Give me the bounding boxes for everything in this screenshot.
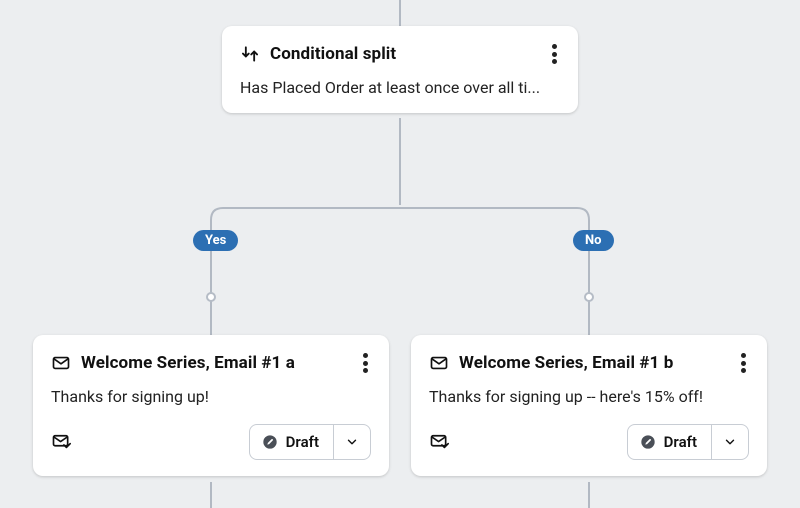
connector-dot-yes — [206, 292, 216, 302]
more-button[interactable] — [540, 40, 568, 68]
status-chevron[interactable] — [334, 425, 370, 459]
status-button[interactable]: Draft — [250, 425, 334, 459]
email-preview: Thanks for signing up -- here's 15% off! — [429, 387, 749, 406]
email-title: Welcome Series, Email #1 a — [81, 353, 295, 373]
email-card-a[interactable]: Welcome Series, Email #1 a Thanks for si… — [33, 335, 389, 476]
branch-pill-yes: Yes — [193, 230, 238, 251]
branch-pill-no: No — [573, 230, 614, 251]
ellipsis-icon — [552, 44, 557, 64]
branch-no-label: No — [585, 233, 602, 248]
smart-send-icon[interactable] — [51, 432, 71, 452]
branch-yes-label: Yes — [205, 233, 226, 248]
mail-icon — [429, 353, 449, 373]
conditional-split-card[interactable]: Conditional split Has Placed Order at le… — [222, 26, 578, 113]
pencil-circle-icon — [640, 434, 656, 450]
split-title: Conditional split — [270, 44, 396, 64]
status-dropdown[interactable]: Draft — [249, 424, 371, 460]
ellipsis-icon — [363, 353, 368, 373]
status-dropdown[interactable]: Draft — [627, 424, 749, 460]
ellipsis-icon — [741, 353, 746, 373]
chevron-down-icon — [723, 435, 737, 449]
connector-dot-no — [584, 292, 594, 302]
email-title: Welcome Series, Email #1 b — [459, 353, 673, 373]
status-label-text: Draft — [664, 433, 697, 451]
status-label-text: Draft — [286, 433, 319, 451]
email-preview: Thanks for signing up! — [51, 387, 371, 406]
mail-icon — [51, 353, 71, 373]
pencil-circle-icon — [262, 434, 278, 450]
status-button[interactable]: Draft — [628, 425, 712, 459]
chevron-down-icon — [345, 435, 359, 449]
email-card-b[interactable]: Welcome Series, Email #1 b Thanks for si… — [411, 335, 767, 476]
smart-send-icon[interactable] — [429, 432, 449, 452]
split-description: Has Placed Order at least once over all … — [240, 78, 560, 97]
more-button[interactable] — [351, 349, 379, 377]
split-icon — [240, 44, 260, 64]
more-button[interactable] — [729, 349, 757, 377]
status-chevron[interactable] — [712, 425, 748, 459]
